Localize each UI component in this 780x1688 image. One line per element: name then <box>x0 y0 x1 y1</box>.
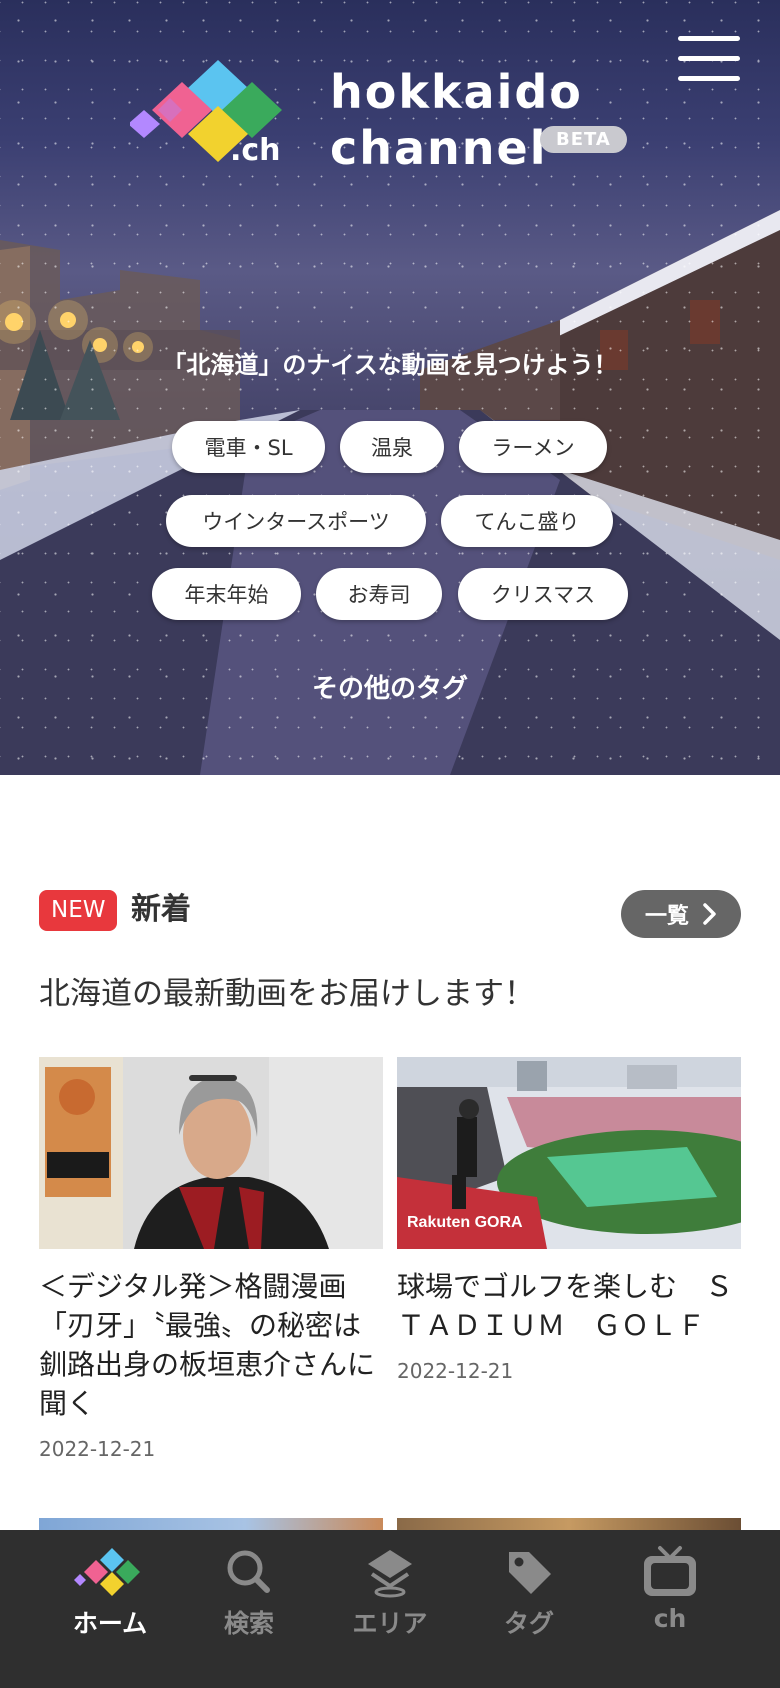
hero-banner: .ch hokkaido channel BETA 「北海道」のナイスな動画を見… <box>0 0 780 775</box>
nav-label: タグ <box>503 1609 554 1638</box>
chevron-right-icon <box>703 903 716 925</box>
tag-chip[interactable]: ラーメン <box>459 421 607 473</box>
svg-text:Rakuten GORA: Rakuten GORA <box>407 1214 523 1231</box>
hamburger-menu-icon[interactable] <box>678 36 740 82</box>
nav-item-area[interactable]: エリア <box>320 1544 460 1664</box>
home-logo-icon <box>74 1548 140 1596</box>
tag-chip[interactable]: てんこ盛り <box>441 495 613 547</box>
thumbnail-stadium-golf-image: Rakuten GORA <box>397 1057 741 1249</box>
bottom-navigation: ホーム 検索 エリア タグ ch <box>0 1530 780 1688</box>
section-title: 新着 <box>131 892 191 927</box>
more-tags-link[interactable]: その他のタグ <box>0 668 780 705</box>
video-date: 2022-12-21 <box>39 1437 156 1461</box>
logo-diamonds-icon: .ch <box>130 60 282 168</box>
view-all-button[interactable]: 一覧 <box>621 890 741 938</box>
section-subtitle: 北海道の最新動画をお届けします！ <box>39 976 535 1012</box>
tag-chip[interactable]: 年末年始 <box>152 568 301 620</box>
svg-text:.ch: .ch <box>230 133 281 168</box>
view-all-label: 一覧 <box>644 904 689 929</box>
tag-chip[interactable]: クリスマス <box>458 568 628 620</box>
thumbnail-interview-image <box>39 1057 383 1249</box>
tag-icon <box>509 1552 551 1594</box>
beta-badge: BETA <box>540 126 627 153</box>
search-icon <box>227 1550 270 1593</box>
nav-label: ch <box>653 1604 687 1633</box>
logo-wordmark: hokkaido channel <box>330 64 583 176</box>
tag-chip[interactable]: お寿司 <box>316 568 442 620</box>
tag-chip[interactable]: 電車・SL <box>172 421 325 473</box>
hero-tagline: 「北海道」のナイスな動画を見つけよう！ <box>162 351 618 379</box>
nav-item-ch[interactable]: ch <box>600 1544 740 1664</box>
nav-label: エリア <box>352 1609 428 1638</box>
video-title[interactable]: 球場でゴルフを楽しむ ＳＴＡＤＩＵＭ ＧＯＬＦ <box>397 1267 741 1345</box>
nav-item-search[interactable]: 検索 <box>179 1544 319 1664</box>
nav-label: ホーム <box>72 1609 148 1638</box>
logo-line-1: hokkaido <box>330 65 583 119</box>
area-map-icon <box>368 1550 412 1598</box>
video-date: 2022-12-21 <box>397 1359 514 1383</box>
tv-channel-icon <box>644 1546 696 1596</box>
tag-chip[interactable]: ウインタースポーツ <box>166 495 426 547</box>
video-card[interactable]: Rakuten GORA 球場でゴルフを楽しむ ＳＴＡＤＩＵＭ ＧＯＬＦ 202… <box>397 1057 741 1383</box>
site-logo[interactable]: .ch hokkaido channel BETA <box>130 58 640 178</box>
video-title[interactable]: ＜デジタル発＞格闘漫画「刃牙」〝最強〟の秘密は釧路出身の板垣恵介さんに聞く <box>39 1267 383 1423</box>
video-thumbnail[interactable] <box>39 1057 383 1249</box>
new-badge: NEW <box>39 890 118 931</box>
nav-label: 検索 <box>223 1609 274 1638</box>
video-card[interactable]: ＜デジタル発＞格闘漫画「刃牙」〝最強〟の秘密は釧路出身の板垣恵介さんに聞く 20… <box>39 1057 383 1461</box>
new-section-header: NEW 新着 一覧 <box>39 890 741 942</box>
tag-chip[interactable]: 温泉 <box>340 421 444 473</box>
nav-item-home[interactable]: ホーム <box>40 1544 180 1664</box>
nav-item-tag[interactable]: タグ <box>459 1544 599 1664</box>
video-thumbnail[interactable]: Rakuten GORA <box>397 1057 741 1249</box>
